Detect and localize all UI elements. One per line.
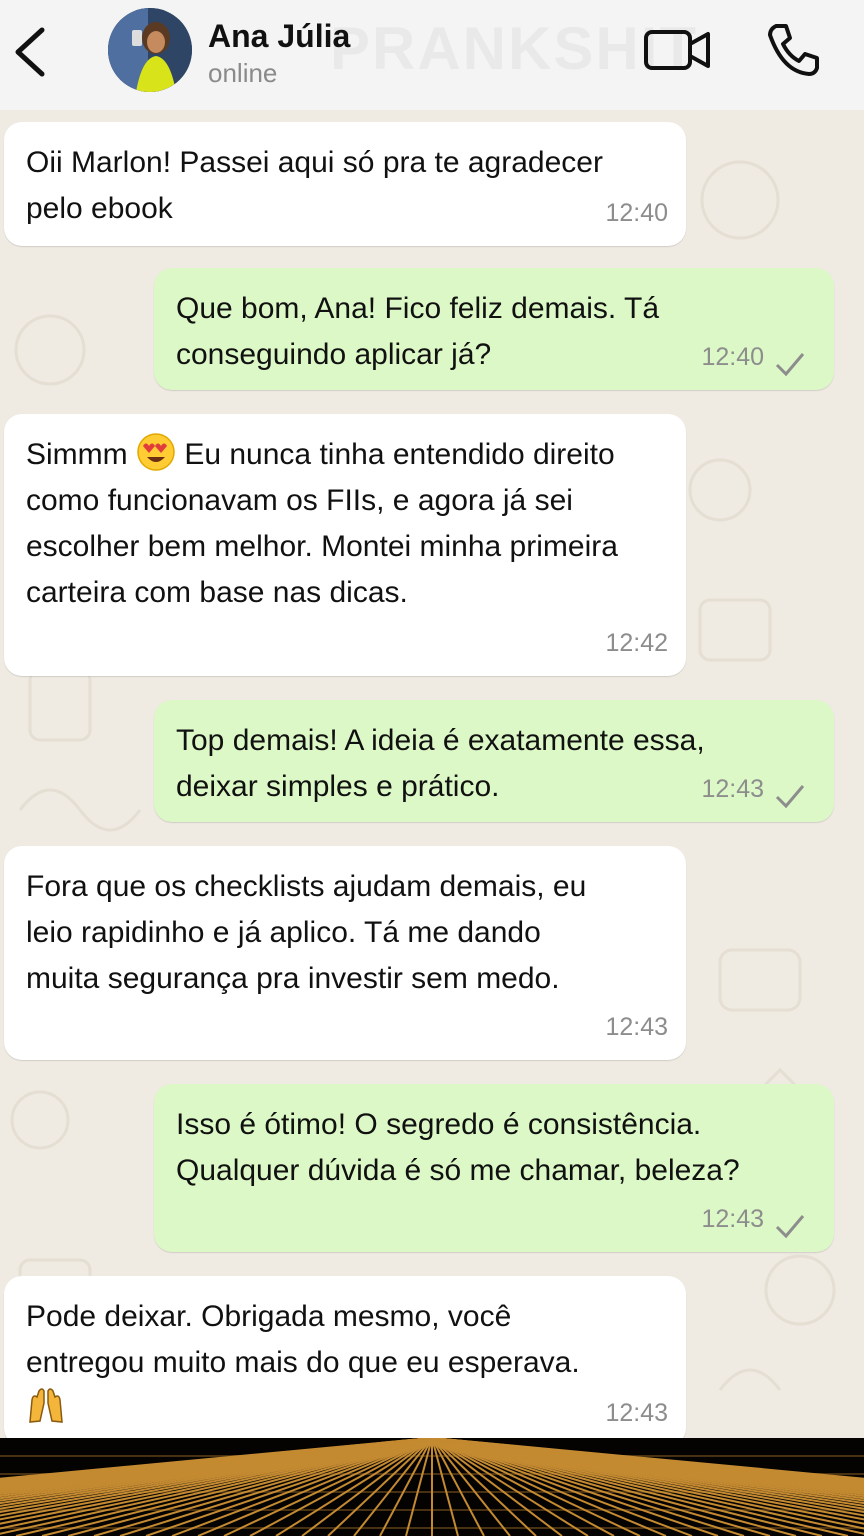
message-text-part: Pode deixar. Obrigada mesmo, você entreg…: [26, 1300, 580, 1379]
sent-check-icon: [775, 785, 805, 809]
avatar[interactable]: [108, 8, 192, 92]
message-text: Oii Marlon! Passei aqui só pra te agrade…: [26, 146, 603, 225]
contact-status: online: [208, 58, 278, 88]
message-time: 12:40: [605, 199, 668, 227]
chat-screen: PRANKSHIT Ana Júlia online Oii Marlon! P…: [0, 0, 864, 1536]
message-time: 12:43: [701, 1205, 764, 1233]
message-time: 12:43: [701, 775, 764, 803]
message-text: Fora que os checklists ajudam demais, eu…: [26, 870, 587, 995]
message-time: 12:43: [605, 1013, 668, 1041]
message-text: Simmm Eu nunca tinha entendido direito c…: [26, 432, 662, 616]
avatar-photo: [108, 8, 192, 92]
raised-hands-emoji-icon: [29, 1388, 63, 1423]
sent-check-icon: [775, 353, 805, 377]
video-call-icon[interactable]: [640, 22, 714, 78]
decorative-rays-banner: [0, 1438, 864, 1536]
message-text: Pode deixar. Obrigada mesmo, você entreg…: [26, 1294, 662, 1432]
message-text: Isso é ótimo! O segredo é consistência. …: [176, 1108, 740, 1187]
message-bubble-incoming[interactable]: Fora que os checklists ajudam demais, eu…: [4, 846, 686, 1060]
message-bubble-outgoing[interactable]: Isso é ótimo! O segredo é consistência. …: [154, 1084, 834, 1252]
message-text-part: Simmm: [26, 438, 128, 471]
message-time: 12:42: [605, 629, 668, 657]
message-bubble-outgoing[interactable]: Top demais! A ideia é exatamente essa, d…: [154, 700, 834, 822]
back-arrow-icon[interactable]: [8, 22, 52, 82]
message-bubble-incoming[interactable]: Oii Marlon! Passei aqui só pra te agrade…: [4, 122, 686, 246]
contact-name[interactable]: Ana Júlia: [208, 18, 350, 55]
message-bubble-incoming[interactable]: Simmm Eu nunca tinha entendido direito c…: [4, 414, 686, 676]
message-time: 12:40: [701, 343, 764, 371]
heart-eyes-emoji-icon: [137, 433, 175, 471]
phone-call-icon[interactable]: [760, 18, 824, 82]
sent-check-icon: [775, 1215, 805, 1239]
chat-header: PRANKSHIT Ana Júlia online: [0, 0, 864, 110]
message-bubble-incoming[interactable]: Pode deixar. Obrigada mesmo, você entreg…: [4, 1276, 686, 1446]
message-bubble-outgoing[interactable]: Que bom, Ana! Fico feliz demais. Tá cons…: [154, 268, 834, 390]
message-time: 12:43: [605, 1399, 668, 1427]
